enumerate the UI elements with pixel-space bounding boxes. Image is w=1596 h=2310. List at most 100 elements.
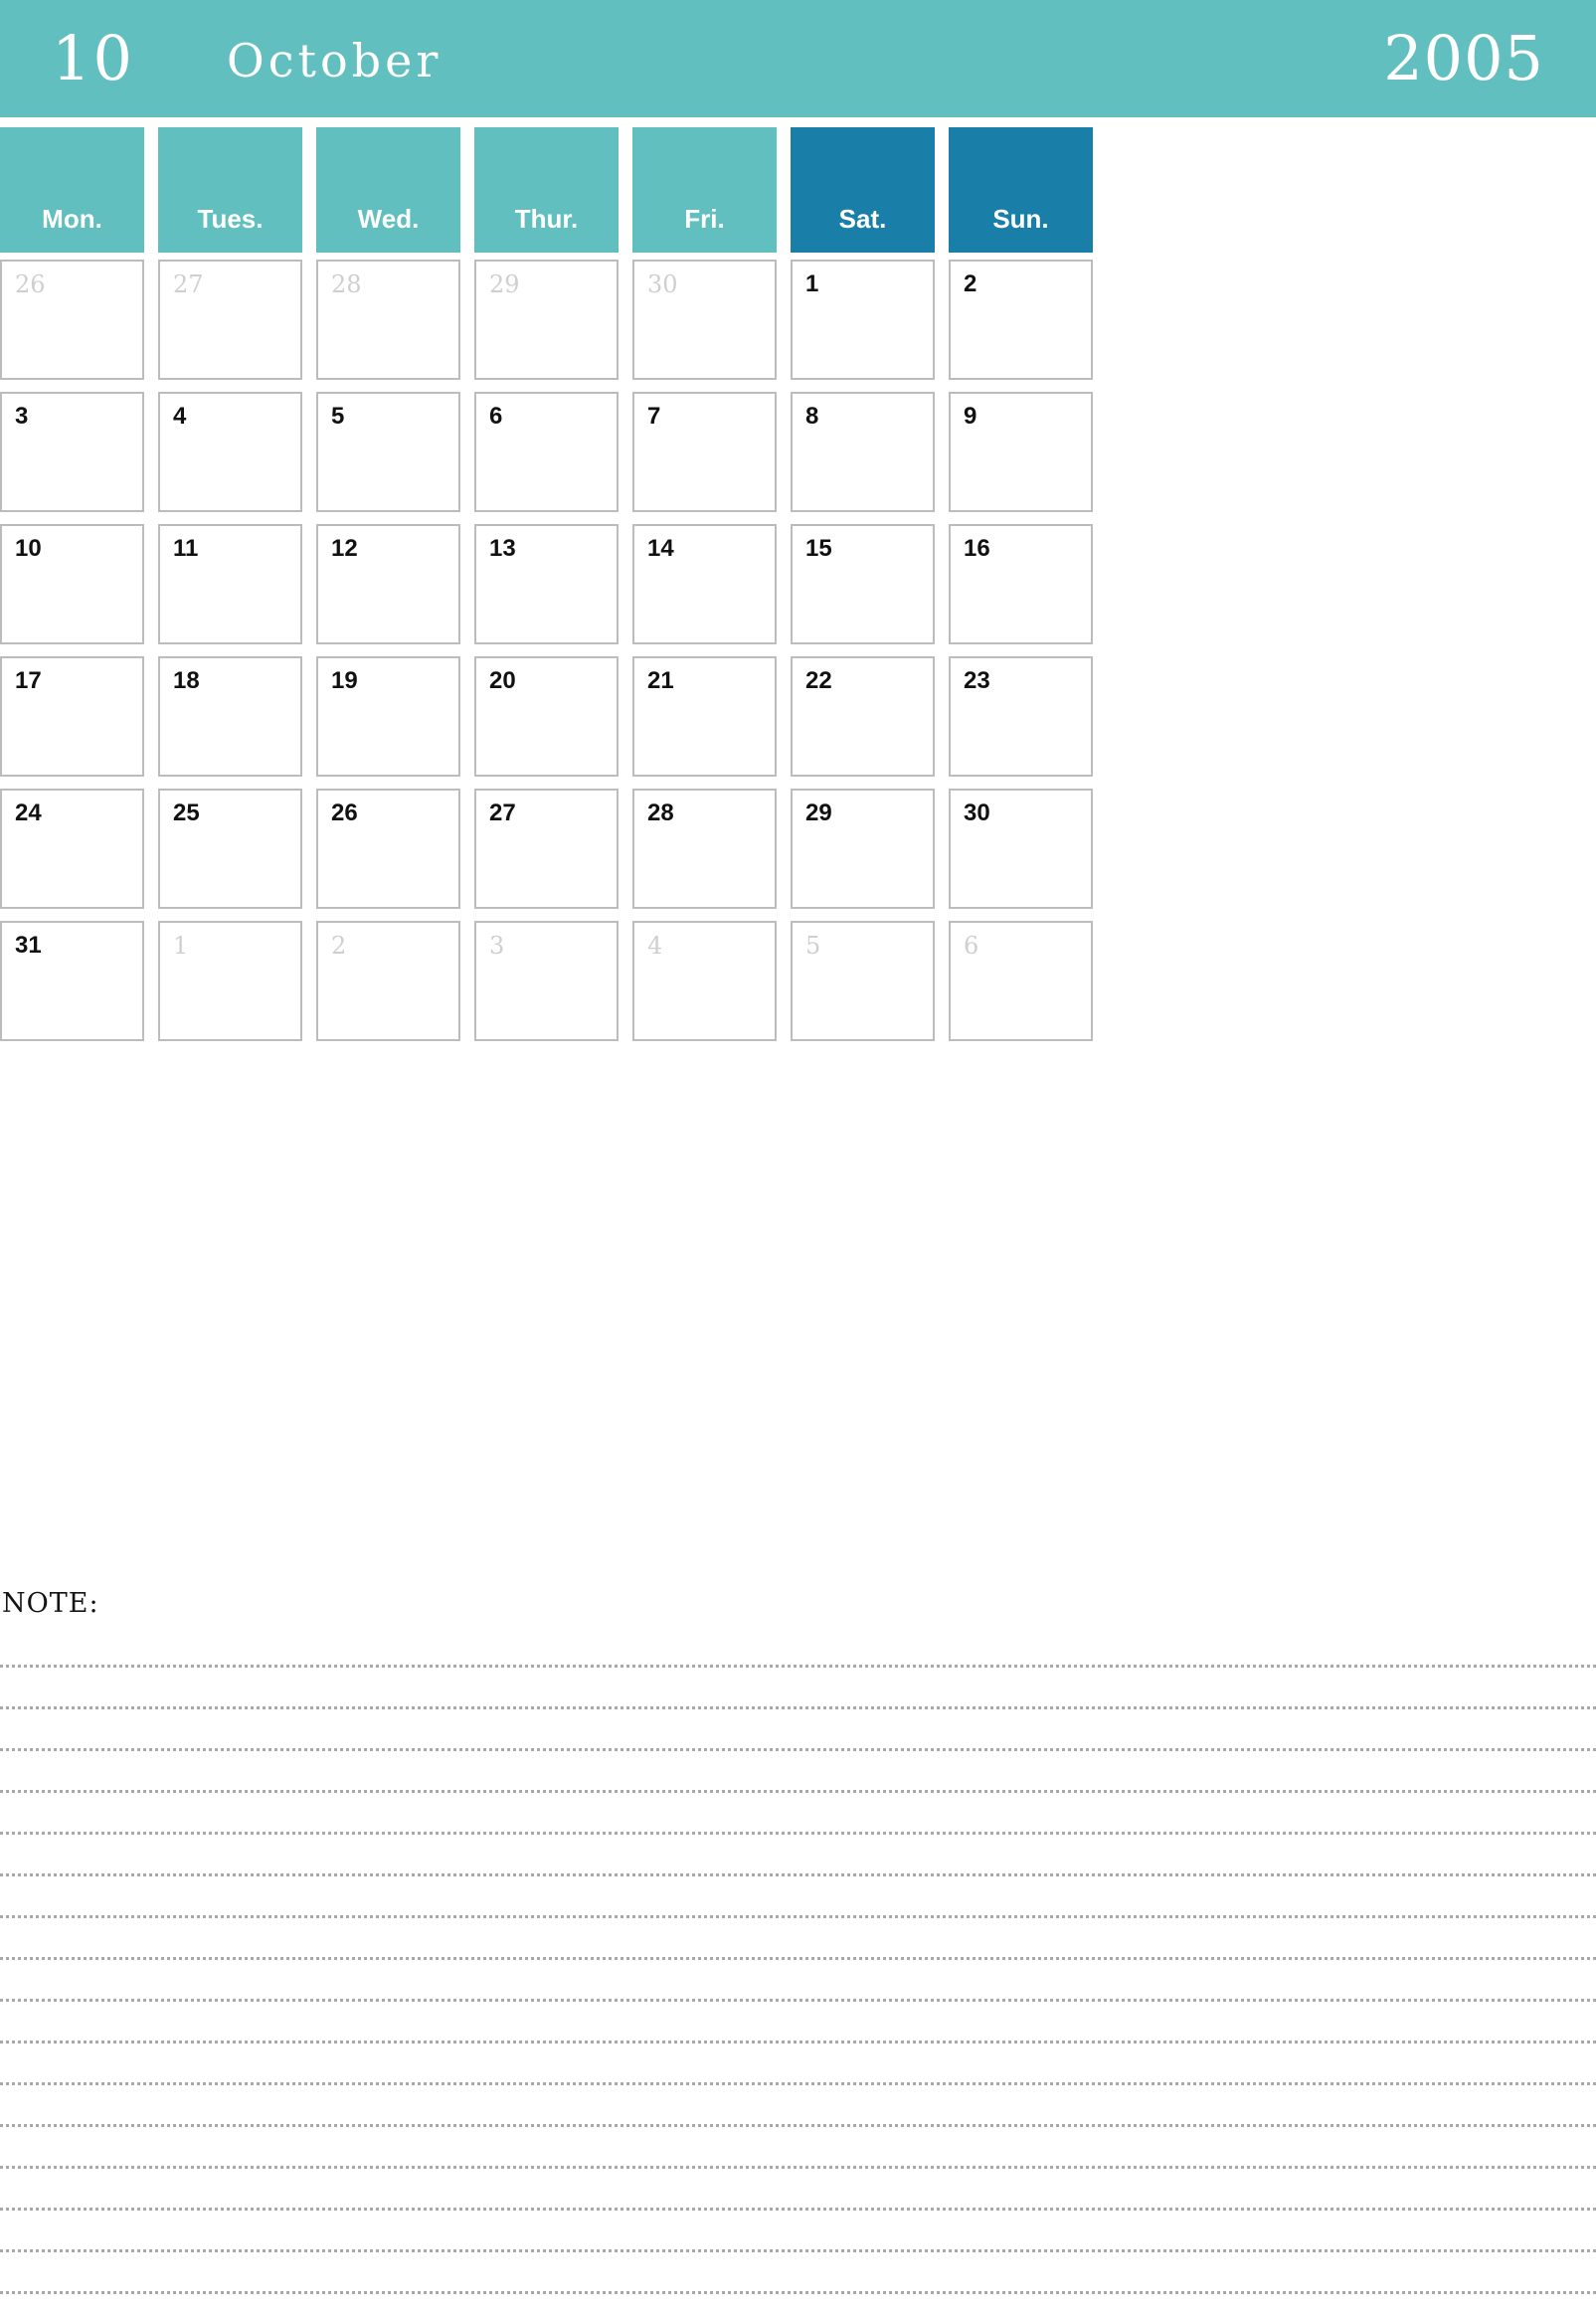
day-cell[interactable]: 3 bbox=[474, 921, 619, 1041]
day-cell[interactable]: 26 bbox=[316, 789, 460, 909]
day-number: 19 bbox=[331, 667, 358, 694]
note-line[interactable] bbox=[0, 2211, 1596, 2252]
note-line[interactable] bbox=[0, 1751, 1596, 1793]
day-cell[interactable]: 7 bbox=[632, 392, 777, 512]
day-cell[interactable]: 5 bbox=[316, 392, 460, 512]
day-cell[interactable]: 5 bbox=[791, 921, 935, 1041]
day-number: 7 bbox=[647, 403, 661, 430]
day-number: 31 bbox=[15, 932, 42, 959]
note-line[interactable] bbox=[0, 1835, 1596, 1876]
day-cell[interactable]: 22 bbox=[791, 656, 935, 777]
weekday-label: Sat. bbox=[838, 204, 887, 234]
day-cell[interactable]: 30 bbox=[632, 260, 777, 380]
note-line[interactable] bbox=[0, 1668, 1596, 1709]
note-line[interactable] bbox=[0, 1960, 1596, 2002]
day-number: 5 bbox=[805, 932, 821, 960]
day-number: 4 bbox=[647, 932, 663, 960]
day-number: 1 bbox=[173, 932, 189, 960]
day-cell[interactable]: 10 bbox=[0, 524, 144, 644]
day-number: 2 bbox=[331, 932, 347, 960]
note-line[interactable] bbox=[0, 1793, 1596, 1835]
day-cell[interactable]: 19 bbox=[316, 656, 460, 777]
day-number: 12 bbox=[331, 535, 358, 562]
weekday-label: Mon. bbox=[42, 204, 102, 234]
day-cell[interactable]: 25 bbox=[158, 789, 302, 909]
day-number: 20 bbox=[489, 667, 516, 694]
day-cell[interactable]: 20 bbox=[474, 656, 619, 777]
day-cell[interactable]: 31 bbox=[0, 921, 144, 1041]
day-cell[interactable]: 13 bbox=[474, 524, 619, 644]
day-number: 23 bbox=[964, 667, 990, 694]
calendar-week-row: 26 27 28 29 30 1 2 bbox=[0, 260, 1596, 380]
day-number: 28 bbox=[647, 800, 674, 826]
day-cell[interactable]: 26 bbox=[0, 260, 144, 380]
day-cell[interactable]: 14 bbox=[632, 524, 777, 644]
note-line[interactable] bbox=[0, 1626, 1596, 1668]
day-cell[interactable]: 21 bbox=[632, 656, 777, 777]
note-line[interactable] bbox=[0, 1876, 1596, 1918]
note-line[interactable] bbox=[0, 2169, 1596, 2211]
note-lines[interactable] bbox=[0, 1626, 1596, 2294]
day-cell[interactable]: 28 bbox=[316, 260, 460, 380]
day-number: 4 bbox=[173, 403, 187, 430]
weekday-header-tues: Tues. bbox=[158, 127, 302, 253]
day-cell[interactable]: 12 bbox=[316, 524, 460, 644]
day-cell[interactable]: 3 bbox=[0, 392, 144, 512]
day-cell[interactable]: 27 bbox=[158, 260, 302, 380]
day-number: 2 bbox=[964, 270, 977, 297]
note-line[interactable] bbox=[0, 2085, 1596, 2127]
note-line[interactable] bbox=[0, 1709, 1596, 1751]
day-cell[interactable]: 17 bbox=[0, 656, 144, 777]
day-cell[interactable]: 18 bbox=[158, 656, 302, 777]
day-number: 9 bbox=[964, 403, 977, 430]
note-line[interactable] bbox=[0, 2127, 1596, 2169]
day-number: 29 bbox=[489, 270, 520, 298]
day-number: 6 bbox=[489, 403, 503, 430]
day-number: 29 bbox=[805, 800, 832, 826]
day-cell[interactable]: 29 bbox=[791, 789, 935, 909]
weekday-header-sat: Sat. bbox=[791, 127, 935, 253]
day-cell[interactable]: 16 bbox=[949, 524, 1093, 644]
day-cell[interactable]: 28 bbox=[632, 789, 777, 909]
day-number: 5 bbox=[331, 403, 345, 430]
day-cell[interactable]: 6 bbox=[949, 921, 1093, 1041]
weekday-header-sun: Sun. bbox=[949, 127, 1093, 253]
calendar-page: 10 October 2005 Mon. Tues. Wed. Thur. Fri. Sa… bbox=[0, 0, 1596, 2310]
note-line[interactable] bbox=[0, 1918, 1596, 1960]
day-cell[interactable]: 23 bbox=[949, 656, 1093, 777]
day-cell[interactable]: 1 bbox=[158, 921, 302, 1041]
day-cell[interactable]: 2 bbox=[316, 921, 460, 1041]
day-cell[interactable]: 1 bbox=[791, 260, 935, 380]
calendar-week-row: 10 11 12 13 14 15 16 bbox=[0, 524, 1596, 644]
day-number: 11 bbox=[173, 535, 199, 562]
day-number: 6 bbox=[964, 932, 979, 960]
day-cell[interactable]: 15 bbox=[791, 524, 935, 644]
weekday-header-mon: Mon. bbox=[0, 127, 144, 253]
day-cell[interactable]: 4 bbox=[158, 392, 302, 512]
day-cell[interactable]: 8 bbox=[791, 392, 935, 512]
weekday-label: Fri. bbox=[684, 204, 725, 234]
day-number: 26 bbox=[15, 270, 46, 298]
day-cell[interactable]: 2 bbox=[949, 260, 1093, 380]
day-cell[interactable]: 11 bbox=[158, 524, 302, 644]
day-cell[interactable]: 4 bbox=[632, 921, 777, 1041]
day-cell[interactable]: 9 bbox=[949, 392, 1093, 512]
day-cell[interactable]: 30 bbox=[949, 789, 1093, 909]
note-line[interactable] bbox=[0, 2043, 1596, 2085]
day-number: 21 bbox=[647, 667, 674, 694]
note-line[interactable] bbox=[0, 2252, 1596, 2294]
calendar-week-row: 17 18 19 20 21 22 23 bbox=[0, 656, 1596, 777]
day-number: 14 bbox=[647, 535, 674, 562]
note-title: NOTE: bbox=[2, 1588, 99, 1619]
day-number: 3 bbox=[15, 403, 29, 430]
weekday-label: Thur. bbox=[514, 204, 579, 234]
day-cell[interactable]: 29 bbox=[474, 260, 619, 380]
day-number: 18 bbox=[173, 667, 200, 694]
note-line[interactable] bbox=[0, 2002, 1596, 2043]
day-cell[interactable]: 24 bbox=[0, 789, 144, 909]
calendar-week-row: 3 4 5 6 7 8 9 bbox=[0, 392, 1596, 512]
day-number: 25 bbox=[173, 800, 200, 826]
day-cell[interactable]: 6 bbox=[474, 392, 619, 512]
day-number: 22 bbox=[805, 667, 832, 694]
day-cell[interactable]: 27 bbox=[474, 789, 619, 909]
